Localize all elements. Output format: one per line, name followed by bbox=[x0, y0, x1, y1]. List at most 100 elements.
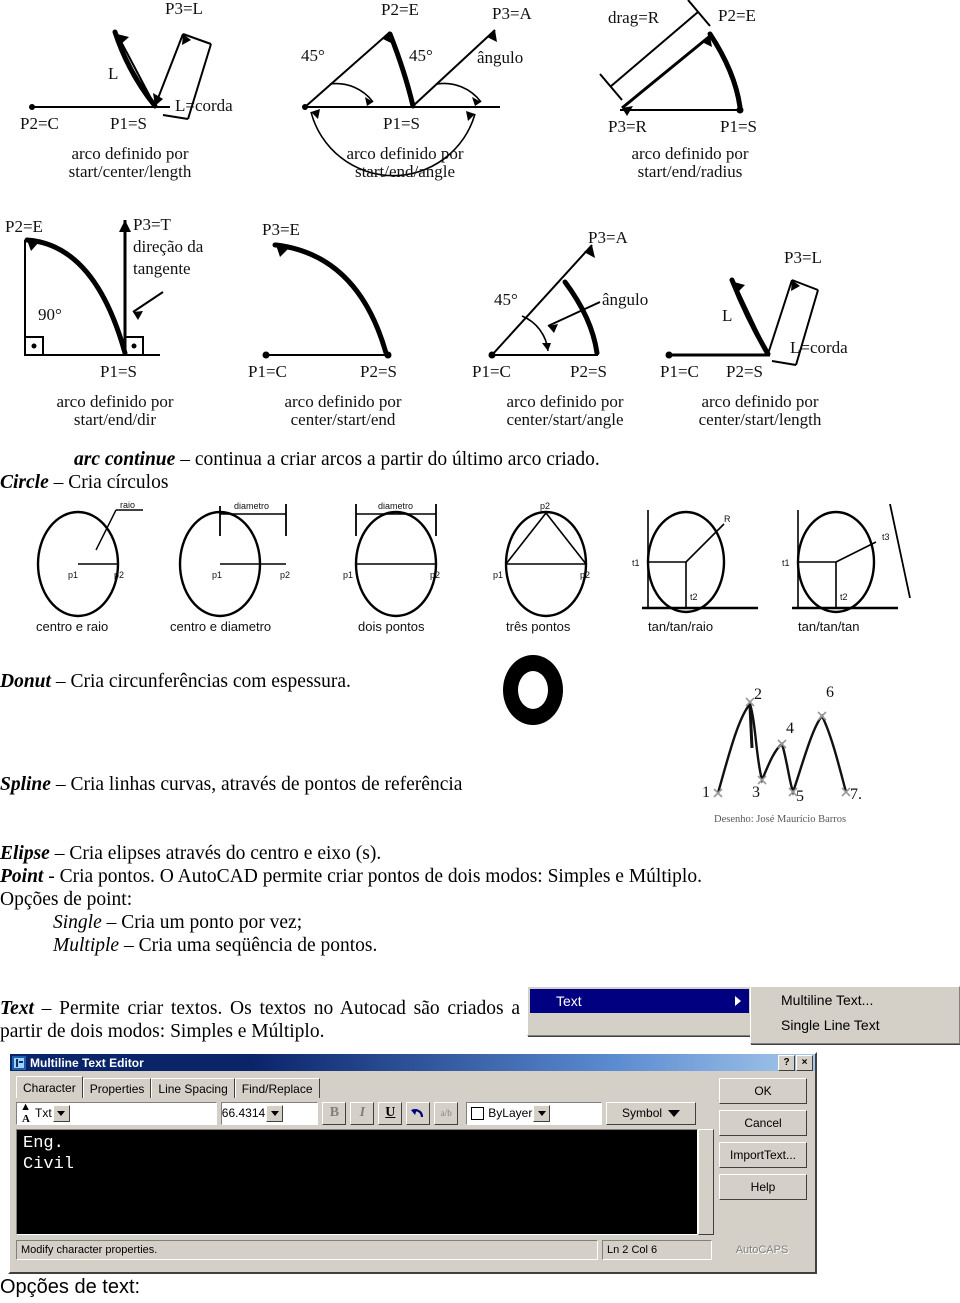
cancel-button[interactable]: Cancel bbox=[719, 1110, 807, 1136]
size-combo-value: 66.4314 bbox=[221, 1106, 266, 1120]
arc1-caption-line2: start/center/length bbox=[68, 161, 192, 181]
arc4-label-p1s: P1=S bbox=[100, 362, 137, 381]
circle-diagram-dois-pontos: diametro p1 p2 dois pontos bbox=[338, 501, 498, 642]
circle2-label-diametro: diametro bbox=[234, 501, 270, 511]
donut-svg bbox=[503, 655, 563, 725]
arc3-caption-line1: arco definido por bbox=[631, 144, 749, 163]
chevron-down-icon bbox=[270, 1110, 279, 1116]
dialog-title-label: Multiline Text Editor bbox=[30, 1055, 144, 1070]
italic-button[interactable]: I bbox=[350, 1101, 375, 1125]
arc2-label-angulo: ângulo bbox=[477, 48, 524, 67]
undo-button[interactable] bbox=[406, 1101, 431, 1125]
paragraph-donut: Donut – Cria circunferências com espessu… bbox=[0, 671, 500, 694]
menu-item-multiline-text[interactable]: Multiline Text... bbox=[751, 987, 959, 1012]
symbol-button[interactable]: Symbol bbox=[606, 1101, 697, 1125]
font-combo-dropdown-button[interactable] bbox=[52, 1104, 70, 1122]
circle-svg bbox=[504, 510, 588, 618]
desc-circle: – Cria círculos bbox=[48, 472, 169, 493]
circle5-label-r: R bbox=[724, 514, 731, 524]
arc6-caption-line2: center/start/angle bbox=[506, 409, 624, 429]
character-toolbar[interactable]: ▲ A Txt 66.4314 B I U a/b ByLayer Symbol bbox=[16, 1101, 697, 1125]
arc7-caption: arco definido por center/start/length bbox=[650, 393, 870, 429]
tab-character[interactable]: Character bbox=[16, 1076, 83, 1098]
arc1-label-p2c: P2=C bbox=[20, 114, 59, 133]
close-button[interactable]: × bbox=[796, 1054, 813, 1071]
help-button[interactable]: ? bbox=[778, 1054, 795, 1071]
menu-item-text[interactable]: Text bbox=[530, 989, 749, 1013]
term-point: Point bbox=[0, 866, 44, 887]
arc2-label-p2e: P2=E bbox=[381, 0, 419, 19]
paragraph-text: Text – Permite criar textos. Os textos n… bbox=[0, 998, 520, 1044]
circle1-label-raio: raio bbox=[120, 500, 136, 510]
arc2-label-45b: 45° bbox=[409, 46, 433, 65]
arc7-label-p1c: P1=C bbox=[660, 362, 699, 381]
spline-point-4: 4 bbox=[786, 720, 794, 737]
term-spline: Spline bbox=[0, 774, 51, 795]
ok-button[interactable]: OK bbox=[719, 1078, 807, 1104]
circle1-label-p2: p2 bbox=[114, 570, 125, 580]
arc-diagram-start-end-radius: drag=R P2=E P3=R P1=S arco definido por … bbox=[580, 0, 820, 202]
arc7-caption-line2: center/start/length bbox=[698, 409, 822, 429]
multiline-text-editor-dialog[interactable]: Multiline Text Editor ? × Character Prop… bbox=[8, 1052, 817, 1274]
tab-properties[interactable]: Properties bbox=[82, 1078, 152, 1098]
underline-button[interactable]: U bbox=[378, 1101, 403, 1125]
spline-svg bbox=[713, 697, 851, 798]
tab-find-replace[interactable]: Find/Replace bbox=[234, 1078, 320, 1098]
arc5-label-p2s: P2=S bbox=[360, 362, 397, 381]
size-combo-dropdown-button[interactable] bbox=[266, 1104, 284, 1122]
circle-svg bbox=[642, 510, 758, 614]
circle1-caption: centro e raio bbox=[36, 619, 109, 634]
editor-content[interactable]: Eng. Civil bbox=[17, 1130, 697, 1234]
color-combo-dropdown-button[interactable] bbox=[533, 1104, 551, 1122]
chevron-down-icon bbox=[57, 1110, 66, 1116]
arc-diagram-start-end-dir: P2=E P3=T direção da tangente 90° P1=S a… bbox=[5, 210, 245, 428]
editor-scrollbar[interactable] bbox=[698, 1129, 714, 1235]
arc1-label-p1s: P1=S bbox=[110, 114, 147, 133]
arc-diagram-start-end-angle: P2=E 45° 45° P3=A ângulo P1=S arco defin… bbox=[285, 0, 545, 202]
paragraph-elipse: Elipse – Cria elipses através do centro … bbox=[0, 843, 700, 866]
help-action-button[interactable]: Help bbox=[719, 1174, 807, 1200]
draw-menu-panel[interactable]: Text bbox=[527, 986, 752, 1036]
arc4-label-tangente: tangente bbox=[133, 259, 191, 278]
arc2-label-p1s: P1=S bbox=[383, 114, 420, 133]
dialog-title-bar: Multiline Text Editor ? × bbox=[10, 1054, 815, 1071]
arc6-caption: arco definido por center/start/angle bbox=[465, 393, 665, 429]
spline-point-2: 2 bbox=[754, 686, 762, 703]
arc4-caption-line1: arco definido por bbox=[56, 392, 174, 411]
arc6-label-45: 45° bbox=[494, 290, 518, 309]
size-combo[interactable]: 66.4314 bbox=[220, 1101, 319, 1125]
symbol-button-label: Symbol bbox=[622, 1106, 663, 1120]
tab-line-spacing[interactable]: Line Spacing bbox=[151, 1078, 235, 1098]
arc4-caption: arco definido por start/end/dir bbox=[5, 393, 225, 429]
bold-button[interactable]: B bbox=[322, 1101, 347, 1125]
circle2-caption: centro e diametro bbox=[170, 619, 272, 634]
term-text: Text bbox=[0, 998, 34, 1019]
color-combo[interactable]: ByLayer bbox=[466, 1101, 603, 1125]
chevron-down-icon bbox=[668, 1109, 681, 1117]
stack-button[interactable]: a/b bbox=[434, 1101, 459, 1125]
paragraph-spline: Spline – Cria linhas curvas, através de … bbox=[0, 774, 620, 797]
status-autocaps: AutoCAPS bbox=[716, 1241, 808, 1259]
chevron-down-icon bbox=[537, 1110, 546, 1116]
arc5-label-p3e: P3=E bbox=[262, 220, 300, 239]
circle5-caption: tan/tan/raio bbox=[648, 619, 714, 634]
editor-line-1: Eng. bbox=[23, 1134, 64, 1153]
circle-diagram-tres-pontos: p2 p1 p2 três pontos bbox=[488, 501, 638, 642]
text-submenu-panel[interactable]: Multiline Text... Single Line Text bbox=[750, 986, 960, 1044]
arc1-label-l: L bbox=[108, 64, 119, 83]
arc2-label-45a: 45° bbox=[301, 46, 325, 65]
circle6-label-t1: t1 bbox=[782, 558, 790, 568]
spline-figure: 1 2 3 4 5 6 7. Desenho: José Maurício Ba… bbox=[690, 684, 900, 833]
menu-item-single-line-text[interactable]: Single Line Text bbox=[751, 1012, 959, 1037]
circle-svg bbox=[354, 504, 438, 618]
arc1-caption-line1: arco definido por bbox=[71, 144, 189, 163]
arc-diagram-center-start-angle: P3=A 45° ângulo P1=C P2=S arco definido … bbox=[470, 210, 680, 428]
font-combo[interactable]: ▲ A Txt bbox=[16, 1101, 217, 1125]
import-text-button[interactable]: ImportText... bbox=[719, 1142, 807, 1168]
text-editor-area[interactable]: Eng. Civil bbox=[16, 1129, 698, 1235]
app-icon bbox=[12, 1055, 26, 1070]
arc1-caption: arco definido por start/center/length bbox=[20, 145, 240, 181]
tab-strip[interactable]: Character Properties Line Spacing Find/R… bbox=[16, 1076, 320, 1098]
circle4-label-p1: p1 bbox=[493, 570, 504, 580]
circle-svg bbox=[792, 503, 911, 614]
